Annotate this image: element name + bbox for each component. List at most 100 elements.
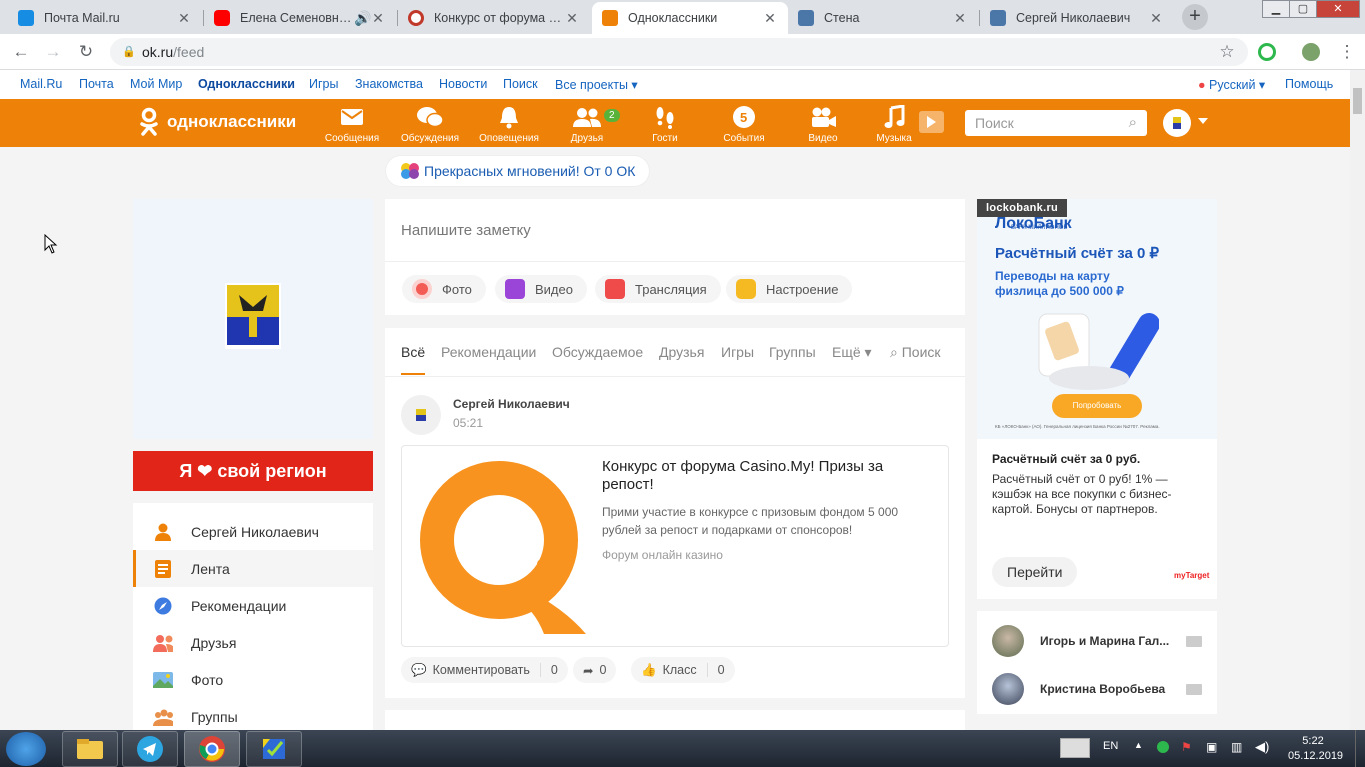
- menu-item-profile[interactable]: Сергей Николаевич: [133, 513, 373, 550]
- ad-title[interactable]: Расчётный счёт за 0 руб.: [992, 452, 1140, 466]
- portal-link[interactable]: Игры: [309, 77, 338, 91]
- post-author[interactable]: Сергей Николаевич: [453, 397, 570, 411]
- feed-tab-friends[interactable]: Друзья: [659, 344, 704, 360]
- close-tab-icon[interactable]: ✕: [952, 10, 968, 27]
- portal-link[interactable]: Знакомства: [355, 77, 423, 91]
- ad-go-button[interactable]: Перейти: [992, 557, 1078, 587]
- system-clock[interactable]: 5:22 05.12.2019: [1288, 734, 1343, 764]
- search-input[interactable]: Поиск ⌕: [965, 110, 1147, 136]
- profile-photo-area[interactable]: [133, 199, 373, 439]
- friend-row[interactable]: Игорь и Марина Гал...: [992, 624, 1202, 658]
- music-play-button[interactable]: [919, 111, 944, 133]
- address-bar[interactable]: 🔒 ok.ru/feed: [110, 38, 1248, 66]
- region-banner[interactable]: Я ❤ свой регион: [133, 451, 373, 491]
- browser-tab[interactable]: Стена ✕: [788, 2, 978, 34]
- back-arrow-icon[interactable]: ←: [10, 41, 32, 63]
- nav-events[interactable]: 5 События: [709, 105, 779, 144]
- nav-discussions[interactable]: Обсуждения: [395, 105, 465, 144]
- composer-stream-button[interactable]: Трансляция: [595, 275, 721, 303]
- network-icon[interactable]: ▥: [1231, 740, 1242, 754]
- nav-messages[interactable]: Сообщения: [317, 105, 387, 144]
- menu-item-recommendations[interactable]: Рекомендации: [133, 587, 373, 624]
- composer-video-button[interactable]: Видео: [495, 275, 587, 303]
- post-title[interactable]: Конкурс от форума Casino.My! Призы за ре…: [602, 458, 922, 494]
- start-button[interactable]: [6, 732, 46, 766]
- close-tab-icon[interactable]: ✕: [370, 10, 386, 27]
- forward-arrow-icon[interactable]: →: [42, 41, 64, 63]
- help-link[interactable]: Помощь: [1285, 77, 1333, 91]
- close-tab-icon[interactable]: ✕: [564, 10, 580, 27]
- composer-mood-button[interactable]: Настроение: [726, 275, 853, 303]
- chrome-taskbar-button[interactable]: [184, 731, 240, 767]
- explorer-taskbar-button[interactable]: [62, 731, 118, 767]
- portal-link[interactable]: Мой Мир: [130, 77, 182, 91]
- feed-search[interactable]: ⌕ Поиск: [890, 344, 941, 361]
- portal-link[interactable]: Почта: [79, 77, 114, 91]
- post-source[interactable]: Форум онлайн казино: [602, 548, 723, 562]
- post-author-avatar[interactable]: [401, 395, 441, 435]
- feed-tab-more[interactable]: Ещё ▾: [832, 344, 872, 361]
- browser-tab[interactable]: Конкурс от форума Cas ✕: [398, 2, 590, 34]
- friend-row[interactable]: Кристина Воробьева: [992, 672, 1202, 706]
- menu-dots-icon[interactable]: ⋮: [1336, 41, 1358, 63]
- menu-item-friends[interactable]: Друзья: [133, 624, 373, 661]
- tray-flag-icon[interactable]: ⚑: [1181, 740, 1192, 754]
- search-icon[interactable]: ⌕: [1129, 110, 1137, 136]
- note-input[interactable]: Напишите заметку: [401, 222, 531, 239]
- reload-icon[interactable]: ↻: [75, 41, 97, 63]
- nav-guests[interactable]: Гости: [630, 105, 700, 144]
- feed-tab-all[interactable]: Всё: [401, 344, 425, 360]
- nav-friends[interactable]: Друзья 2: [552, 105, 622, 144]
- composer-photo-button[interactable]: Фото: [402, 275, 486, 303]
- feed-tab-recommendations[interactable]: Рекомендации: [441, 344, 536, 360]
- portal-link[interactable]: Mail.Ru: [20, 77, 62, 91]
- browser-tab[interactable]: Сергей Николаевич ✕: [980, 2, 1174, 34]
- audio-icon[interactable]: 🔊: [354, 10, 371, 27]
- browser-tab-active[interactable]: Одноклассники ✕: [592, 2, 788, 34]
- language-indicator[interactable]: EN: [1103, 740, 1118, 752]
- app-taskbar-button[interactable]: [246, 731, 302, 767]
- new-tab-button[interactable]: +: [1182, 4, 1208, 30]
- feed-tab-games[interactable]: Игры: [721, 344, 754, 360]
- scrollbar-thumb[interactable]: [1353, 88, 1362, 114]
- feed-tab-groups[interactable]: Группы: [769, 344, 816, 360]
- portal-link[interactable]: Поиск: [503, 77, 538, 91]
- feed-tab-discussed[interactable]: Обсуждаемое: [552, 344, 643, 360]
- browser-tab[interactable]: Почта Mail.ru ✕: [8, 2, 202, 34]
- menu-item-feed[interactable]: Лента: [133, 550, 373, 587]
- page-scrollbar[interactable]: [1350, 70, 1365, 730]
- maximize-button[interactable]: ▢: [1289, 0, 1317, 18]
- tray-app-icon[interactable]: [1157, 741, 1169, 753]
- close-tab-icon[interactable]: ✕: [1148, 10, 1164, 27]
- portal-link[interactable]: Новости: [439, 77, 487, 91]
- chevron-down-icon[interactable]: [1198, 118, 1208, 124]
- ok-logo[interactable]: одноклассники: [139, 107, 296, 137]
- nav-notifications[interactable]: Оповещения: [474, 105, 544, 144]
- comment-button[interactable]: 💬 Комментировать 0: [401, 657, 568, 683]
- language-dropdown[interactable]: ● Русский ▾: [1198, 77, 1265, 92]
- avatar[interactable]: [1163, 109, 1191, 137]
- minimize-button[interactable]: ▁: [1262, 0, 1290, 18]
- tray-app-icon[interactable]: ▣: [1206, 740, 1217, 754]
- portal-link-current[interactable]: Одноклассники: [198, 77, 295, 91]
- pen-icon[interactable]: [1060, 738, 1090, 758]
- post-link-preview[interactable]: Конкурс от форума Casino.My! Призы за ре…: [401, 445, 949, 647]
- ad-card[interactable]: ЛокоБанк БАНК МИЛЛИОНОВ Расчётный счёт з…: [977, 199, 1217, 599]
- close-tab-icon[interactable]: ✕: [176, 10, 192, 27]
- avatar[interactable]: [992, 625, 1024, 657]
- avatar[interactable]: [992, 673, 1024, 705]
- bookmark-star-icon[interactable]: ☆: [1216, 41, 1238, 63]
- nav-video[interactable]: Видео: [788, 105, 858, 144]
- like-button[interactable]: 👍 Класс 0: [631, 657, 735, 683]
- message-icon[interactable]: [1186, 683, 1202, 695]
- share-button[interactable]: ➦ 0: [573, 657, 617, 683]
- extension-icon[interactable]: [1302, 43, 1320, 61]
- extension-icon[interactable]: [1258, 43, 1276, 61]
- ad-source-label[interactable]: lockobank.ru: [977, 199, 1068, 217]
- browser-tab[interactable]: Елена Семеновна и 🔊 ✕: [204, 2, 396, 34]
- close-tab-icon[interactable]: ✕: [762, 10, 778, 27]
- menu-item-photo[interactable]: Фото: [133, 661, 373, 698]
- tray-expand-icon[interactable]: ▲: [1134, 740, 1143, 750]
- greeting-banner[interactable]: Прекрасных мгновений! От 0 ОК: [386, 156, 650, 186]
- show-desktop-button[interactable]: [1355, 730, 1365, 767]
